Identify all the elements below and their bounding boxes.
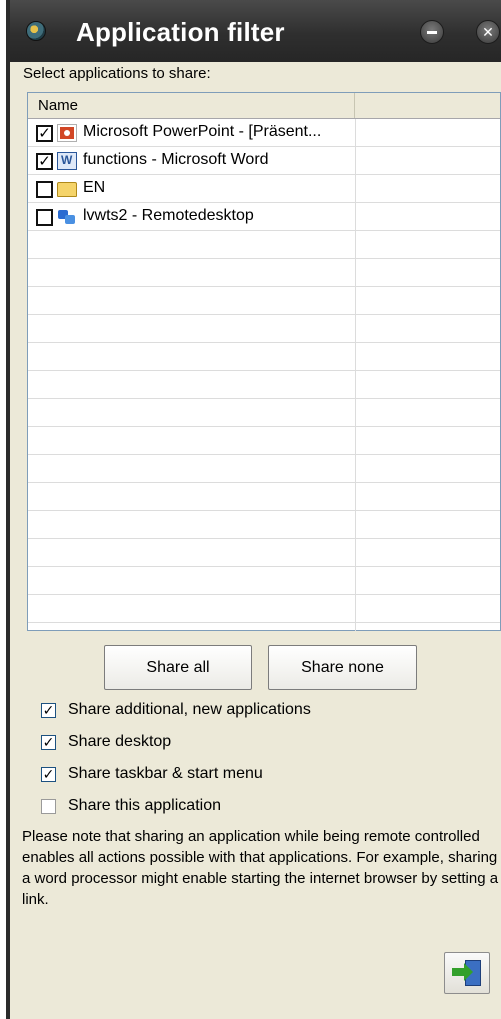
list-row: [28, 231, 500, 259]
minimize-button[interactable]: [420, 20, 444, 44]
option-label: Share this application: [68, 797, 221, 814]
column-header-2[interactable]: [355, 93, 501, 118]
item-checkbox[interactable]: [36, 209, 53, 226]
remote-desktop-icon: [57, 208, 77, 226]
item-checkbox[interactable]: ✓: [36, 125, 53, 142]
window-title: Application filter: [76, 17, 285, 47]
title-bar[interactable]: Application filter ✕: [10, 0, 501, 62]
list-item-word[interactable]: ✓ functions - Microsoft Word: [36, 150, 496, 174]
list-row: [28, 287, 500, 315]
list-row: [28, 427, 500, 455]
option-checkbox[interactable]: ✓: [41, 703, 56, 718]
item-checkbox[interactable]: ✓: [36, 153, 53, 170]
option-checkbox[interactable]: ✓: [41, 767, 56, 782]
select-applications-label: Select applications to share:: [23, 65, 211, 82]
list-row: [28, 567, 500, 595]
close-icon: ✕: [482, 24, 494, 40]
list-row: [28, 315, 500, 343]
list-item-powerpoint[interactable]: ✓ Microsoft PowerPoint - [Präsent...: [36, 122, 496, 146]
list-row: [28, 511, 500, 539]
share-all-button[interactable]: Share all: [104, 645, 252, 690]
option-label: Share desktop: [68, 733, 172, 750]
list-row: [28, 539, 500, 567]
item-label: EN: [83, 179, 106, 196]
list-item-folder[interactable]: EN: [36, 178, 496, 202]
item-label: functions - Microsoft Word: [83, 151, 269, 168]
list-row: [28, 371, 500, 399]
option-label: Share additional, new applications: [68, 701, 311, 718]
option-checkbox[interactable]: ✓: [41, 735, 56, 750]
option-checkbox[interactable]: [41, 799, 56, 814]
minimize-icon: [421, 21, 443, 43]
item-label: lvwts2 - Remotedesktop: [83, 207, 254, 224]
application-list[interactable]: Name ✓ Microsoft PowerPoint - [Präsent..…: [27, 92, 501, 631]
list-row: [28, 259, 500, 287]
item-checkbox[interactable]: [36, 181, 53, 198]
list-header: Name: [28, 93, 500, 119]
column-header-name[interactable]: Name: [28, 93, 355, 118]
list-row: [28, 343, 500, 371]
share-none-button[interactable]: Share none: [268, 645, 417, 690]
word-icon: [57, 152, 77, 170]
item-label: Microsoft PowerPoint - [Präsent...: [83, 123, 322, 140]
exit-button[interactable]: [444, 952, 490, 994]
app-logo-icon: [26, 21, 46, 41]
application-filter-window: Application filter ✕ Select applications…: [6, 0, 501, 1019]
folder-icon: [57, 182, 77, 197]
exit-arrow-icon: [452, 963, 473, 981]
list-row: [28, 595, 500, 623]
close-button[interactable]: ✕: [476, 20, 500, 44]
powerpoint-icon: [57, 124, 77, 142]
list-item-remote-desktop[interactable]: lvwts2 - Remotedesktop: [36, 206, 496, 230]
list-row: [28, 483, 500, 511]
sharing-warning-note: Please note that sharing an application …: [22, 828, 499, 908]
list-row: [28, 399, 500, 427]
option-label: Share taskbar & start menu: [68, 765, 263, 782]
list-row: [28, 455, 500, 483]
